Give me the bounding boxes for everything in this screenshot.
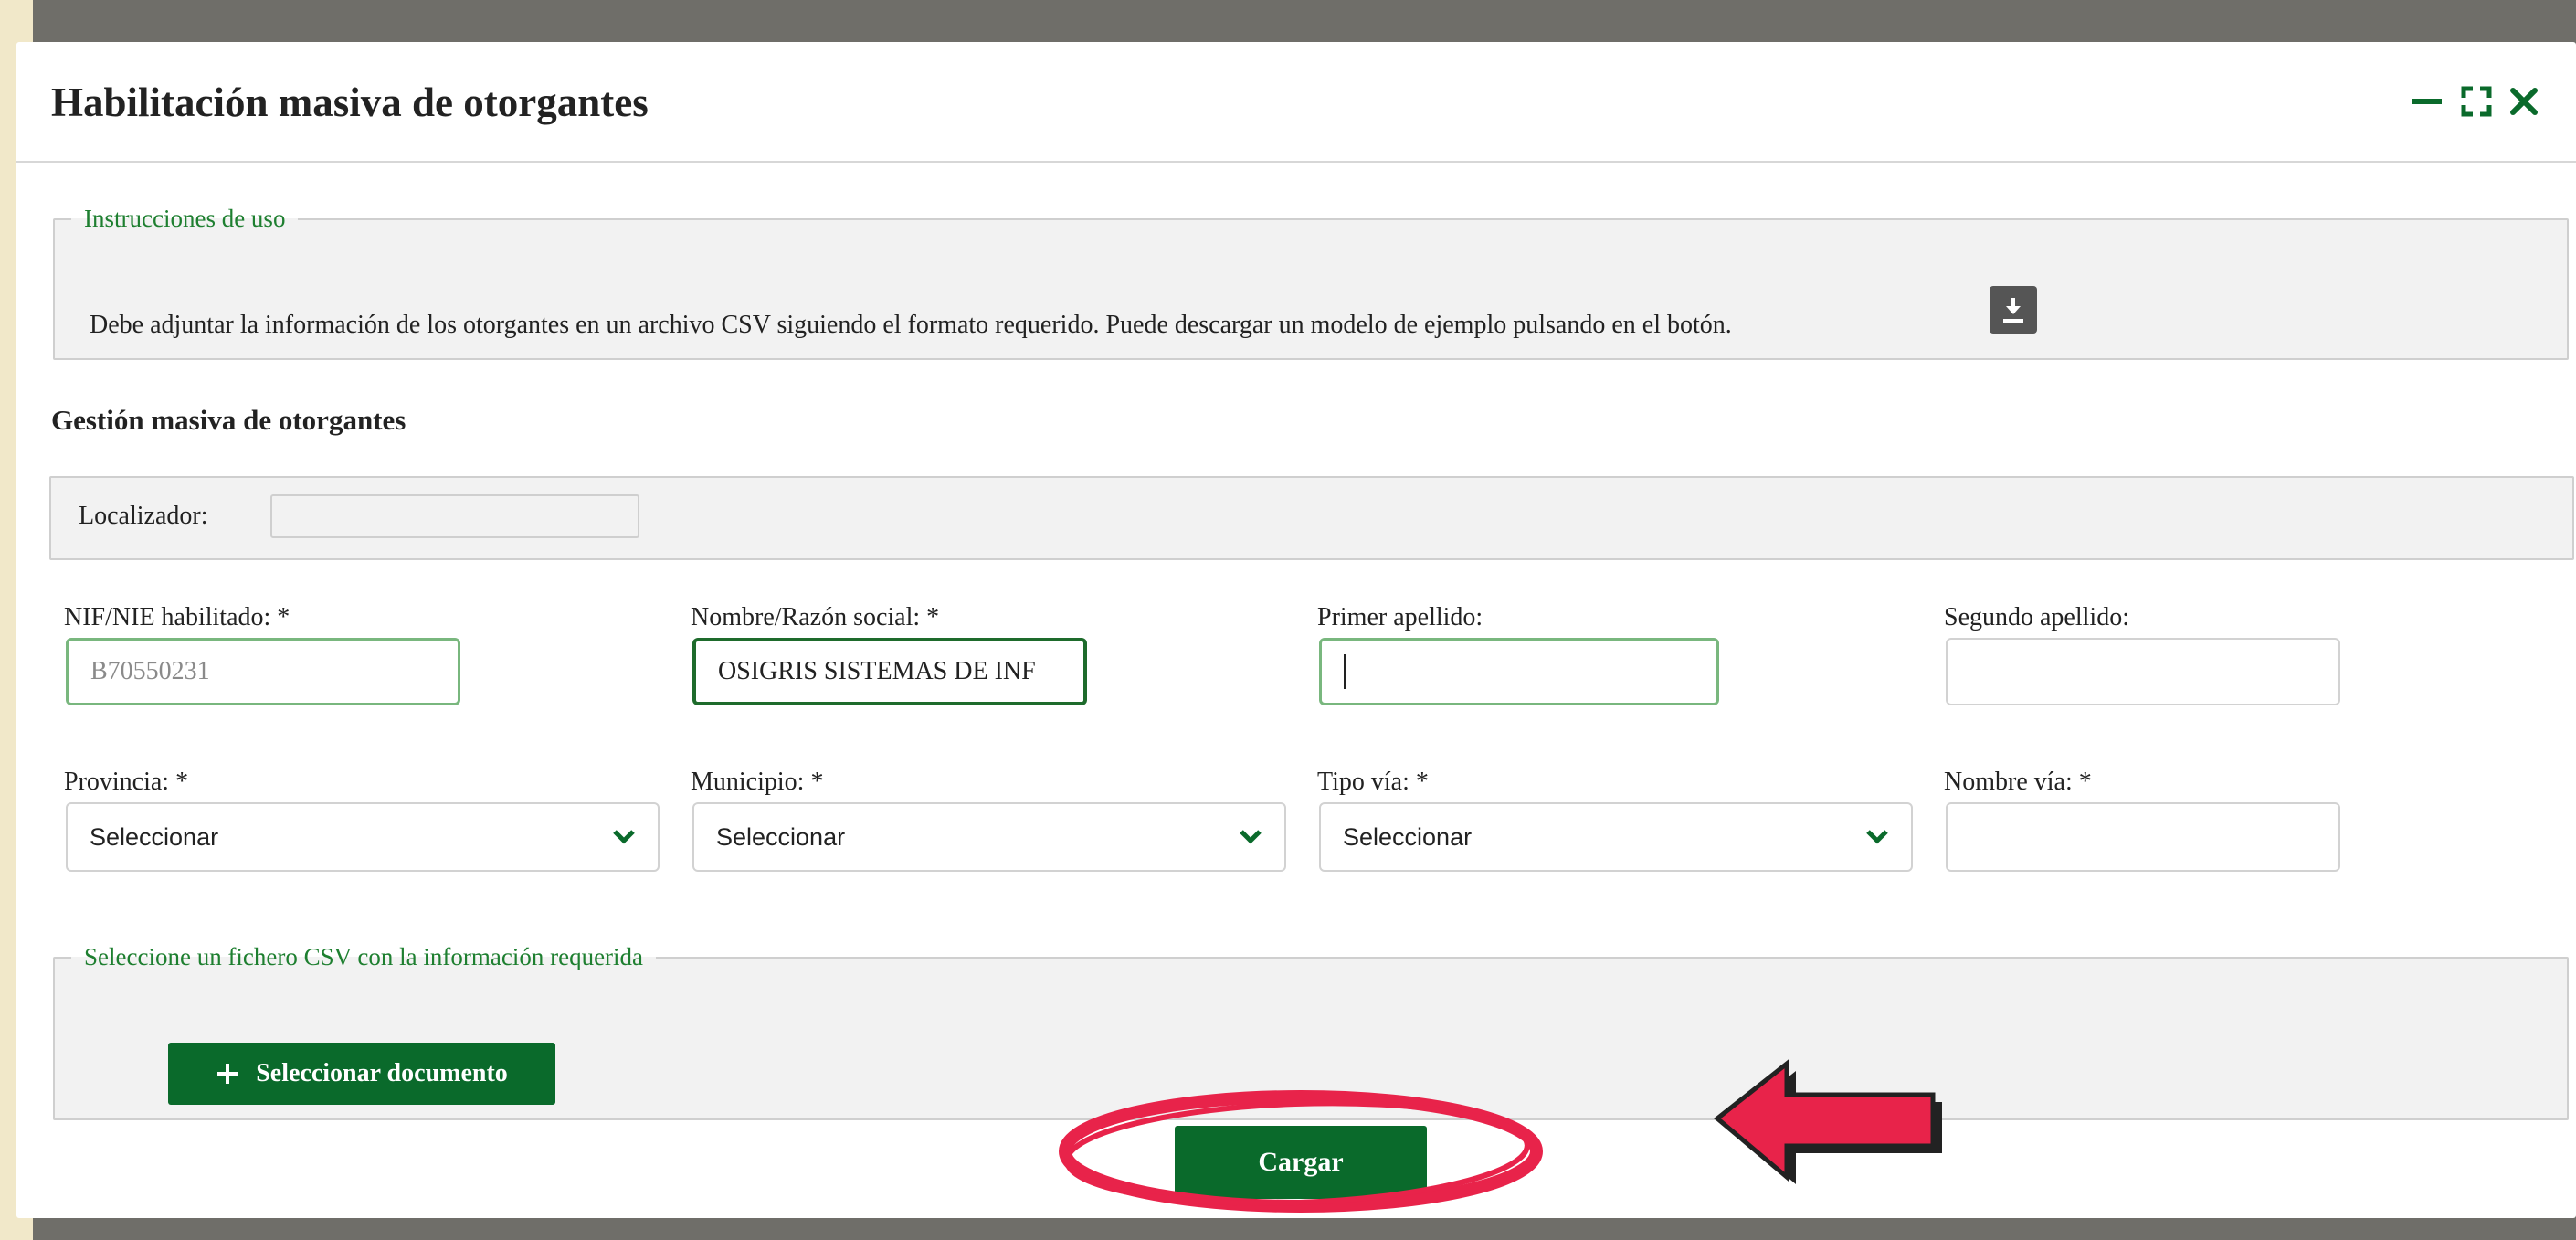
highlight-ellipse	[1059, 1090, 1543, 1213]
annotation-overlay	[1059, 1058, 1942, 1213]
pointer-arrow-icon	[1714, 1058, 1942, 1184]
